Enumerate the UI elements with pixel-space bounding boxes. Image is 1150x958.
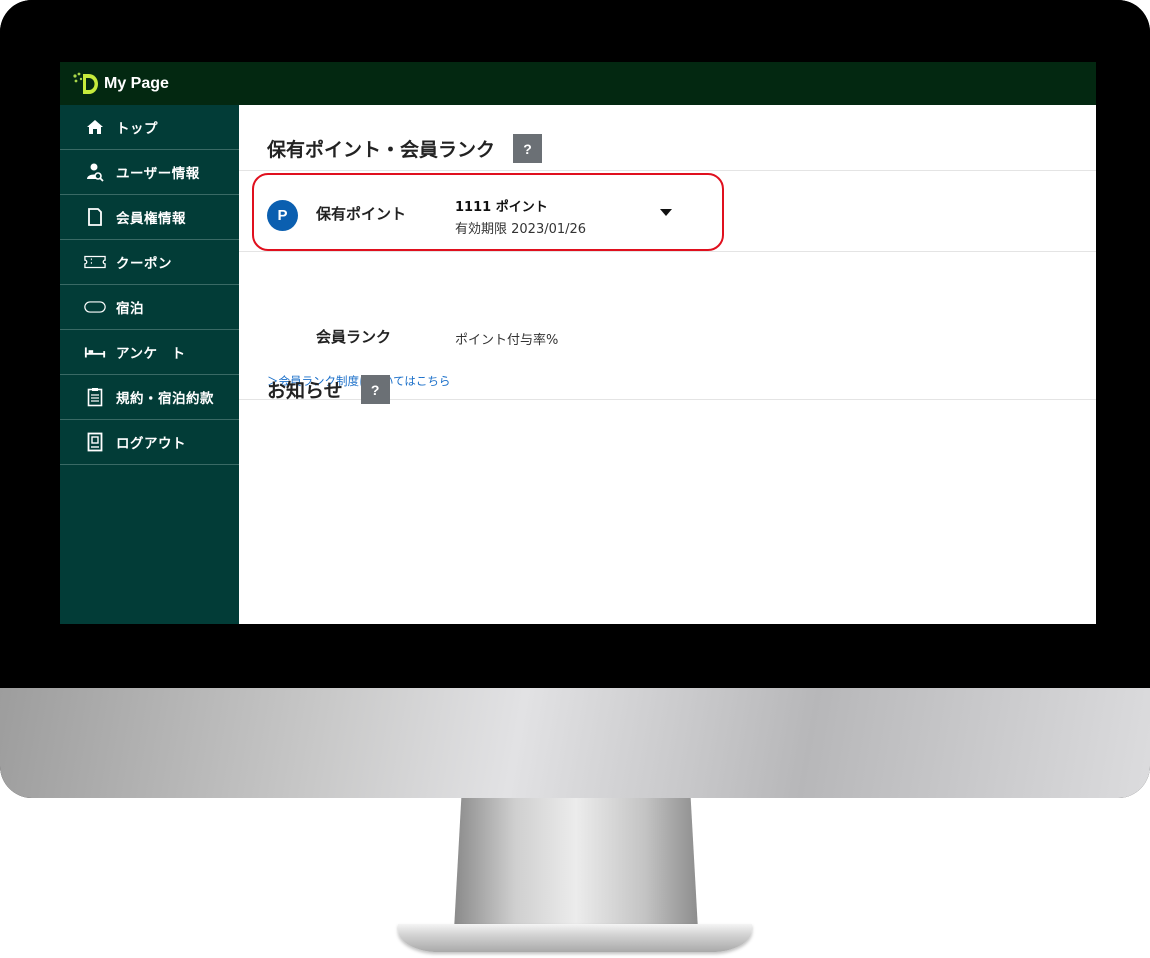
sidebar-item-stay[interactable]: 宿泊 <box>60 285 239 330</box>
logo-icon <box>72 71 100 97</box>
news-section-title: お知らせ ? <box>267 375 390 404</box>
clipboard-icon <box>84 386 106 408</box>
points-section-heading: 保有ポイント・会員ランク <box>267 139 496 161</box>
points-label: 保有ポイント <box>316 205 407 223</box>
main-content: 保有ポイント・会員ランク ? P 保有ポイント 1111 ポイント 有効期限 2… <box>239 105 1096 624</box>
app-title: My Page <box>104 74 169 92</box>
door-icon <box>84 431 106 453</box>
news-section-heading: お知らせ <box>267 380 343 402</box>
divider <box>239 251 1096 252</box>
monitor-stand-neck <box>454 798 698 930</box>
sidebar-item-label: アンケ ト <box>116 346 186 362</box>
points-badge-icon: P <box>267 200 298 231</box>
app-logo[interactable]: My Page <box>72 71 169 97</box>
sidebar-item-terms[interactable]: 規約・宿泊約款 <box>60 375 239 420</box>
chevron-down-icon[interactable] <box>660 209 672 216</box>
sidebar-item-label: ログアウト <box>116 436 186 452</box>
monitor-chin <box>0 688 1150 798</box>
sidebar-item-membership[interactable]: 会員権情報 <box>60 195 239 240</box>
sidebar-item-logout[interactable]: ログアウト <box>60 420 239 465</box>
news-help-button[interactable]: ? <box>360 375 390 404</box>
points-help-button[interactable]: ? <box>513 134 543 163</box>
monitor-stand-base <box>398 924 752 952</box>
sidebar-item-user-info[interactable]: ユーザー情報 <box>60 150 239 195</box>
sidebar-item-label: 宿泊 <box>116 301 144 317</box>
card-icon <box>84 206 106 228</box>
sidebar-item-top[interactable]: トップ <box>60 105 239 150</box>
sidebar-item-label: トップ <box>116 121 158 137</box>
home-icon <box>84 116 106 138</box>
sidebar-item-label: ユーザー情報 <box>116 166 200 182</box>
divider <box>239 170 1096 171</box>
bed-icon <box>84 341 106 363</box>
sidebar-item-label: クーポン <box>116 256 172 272</box>
points-section-title: 保有ポイント・会員ランク ? <box>267 134 543 163</box>
sidebar-item-coupon[interactable]: クーポン <box>60 240 239 285</box>
sidebar-item-survey[interactable]: アンケ ト <box>60 330 239 375</box>
points-expiry: 有効期限 2023/01/26 <box>455 222 587 237</box>
screen: My Page トップ ユーザー情報 会員権情報 クーポン 宿泊 アンケ ト 規… <box>60 62 1096 624</box>
sidebar: トップ ユーザー情報 会員権情報 クーポン 宿泊 アンケ ト 規約・宿泊約款 ロ… <box>60 105 239 624</box>
user-search-icon <box>84 161 106 183</box>
monitor: My Page トップ ユーザー情報 会員権情報 クーポン 宿泊 アンケ ト 規… <box>0 0 1150 798</box>
top-bar: My Page <box>60 62 1096 105</box>
points-value: 1111 ポイント <box>455 200 548 215</box>
sidebar-item-label: 規約・宿泊約款 <box>116 391 214 407</box>
rank-label: 会員ランク <box>316 328 392 346</box>
rank-value: ポイント付与率% <box>455 333 559 348</box>
ticket-icon <box>84 251 106 273</box>
capsule-icon <box>84 296 106 318</box>
sidebar-item-label: 会員権情報 <box>116 211 186 227</box>
